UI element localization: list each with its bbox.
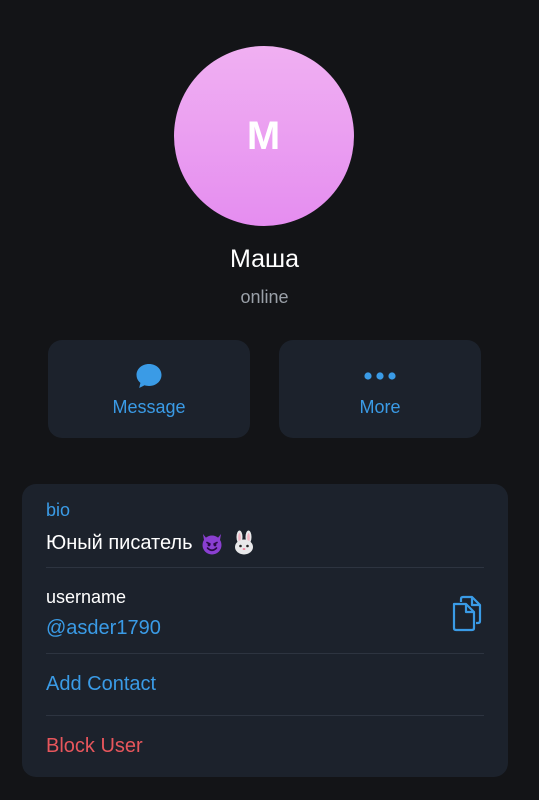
status-text: online bbox=[240, 287, 289, 307]
chat-bubble-icon bbox=[134, 361, 164, 391]
profile-screen: M Маша online Message More bio Юный писа… bbox=[0, 0, 539, 800]
more-button-label: More bbox=[359, 396, 401, 417]
bio-row: bio Юный писатель bbox=[46, 500, 484, 556]
more-dots-icon bbox=[362, 361, 398, 391]
bio-text-line: Юный писатель bbox=[46, 530, 484, 556]
rabbit-emoji-icon bbox=[231, 530, 257, 556]
info-card: bio Юный писатель username @asder1790 Ad… bbox=[22, 484, 508, 777]
username-value[interactable]: @asder1790 bbox=[46, 617, 484, 640]
divider bbox=[46, 653, 484, 654]
bio-text: Юный писатель bbox=[46, 531, 193, 554]
username-row[interactable]: username @asder1790 bbox=[46, 587, 484, 640]
bio-label: bio bbox=[46, 500, 71, 520]
message-button[interactable]: Message bbox=[48, 340, 250, 438]
username-label: username bbox=[46, 587, 127, 607]
divider bbox=[46, 567, 484, 568]
avatar-initial: M bbox=[246, 113, 282, 158]
add-contact-button[interactable]: Add Contact bbox=[46, 673, 484, 696]
divider bbox=[46, 715, 484, 716]
profile-name: Маша bbox=[230, 245, 299, 273]
smiling-devil-emoji-icon bbox=[199, 530, 225, 556]
avatar[interactable]: M bbox=[174, 46, 354, 226]
more-button[interactable]: More bbox=[279, 340, 481, 438]
block-user-button[interactable]: Block User bbox=[46, 735, 484, 758]
message-button-label: Message bbox=[112, 396, 186, 417]
copy-icon[interactable] bbox=[450, 595, 484, 633]
